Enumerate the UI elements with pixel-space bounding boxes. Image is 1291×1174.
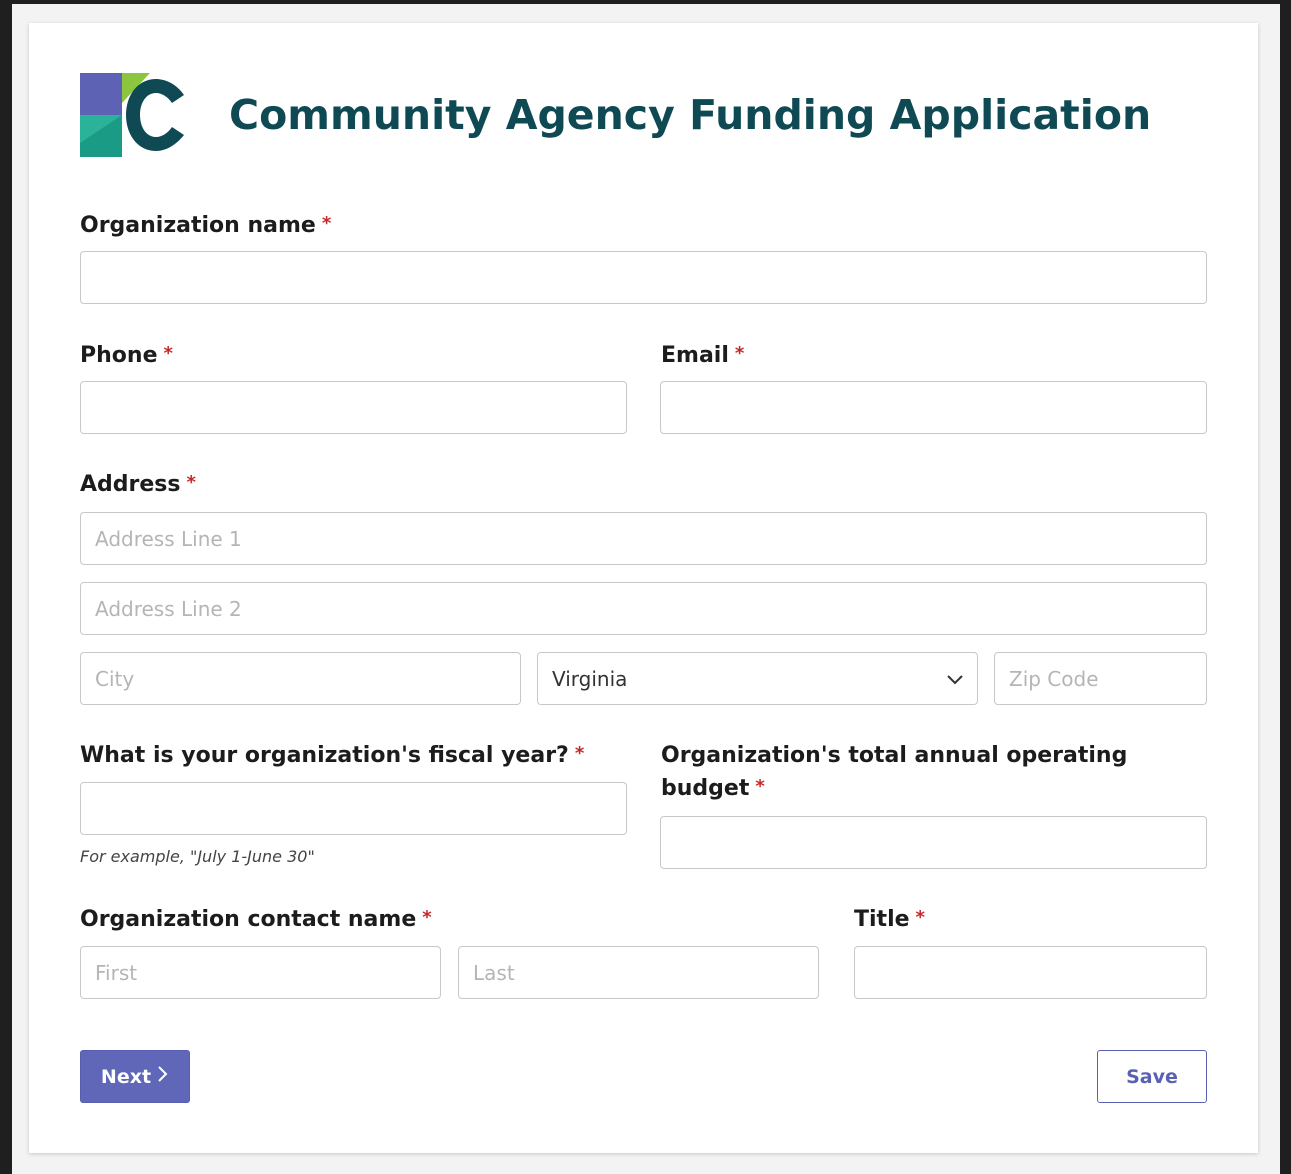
email-label: Email * bbox=[661, 339, 744, 372]
chevron-down-icon bbox=[945, 669, 965, 694]
fiscal-year-label-text: What is your organization's fiscal year? bbox=[80, 743, 569, 768]
fiscal-year-help: For example, "July 1-June 30" bbox=[80, 847, 315, 866]
required-marker: * bbox=[422, 907, 432, 928]
contact-last-input[interactable] bbox=[458, 946, 819, 999]
contact-name-label-text: Organization contact name bbox=[80, 907, 417, 932]
fiscal-year-label: What is your organization's fiscal year?… bbox=[80, 739, 584, 772]
org-name-label-text: Organization name bbox=[80, 213, 316, 238]
title-label-text: Title bbox=[854, 907, 910, 932]
state-select-value: Virginia bbox=[552, 666, 628, 691]
org-name-input[interactable] bbox=[80, 251, 1207, 304]
budget-label-line1: Organization's total annual operating bbox=[661, 743, 1128, 768]
contact-first-input[interactable] bbox=[80, 946, 441, 999]
address-line1-input[interactable] bbox=[80, 512, 1207, 565]
state-select[interactable]: Virginia bbox=[537, 652, 978, 705]
address-line2-input[interactable] bbox=[80, 582, 1207, 635]
next-button[interactable]: Next bbox=[80, 1050, 190, 1103]
contact-name-label: Organization contact name * bbox=[80, 903, 432, 936]
required-marker: * bbox=[163, 343, 173, 364]
agency-logo bbox=[80, 73, 194, 157]
budget-label: Organization's total annual operating bu… bbox=[661, 739, 1127, 805]
required-marker: * bbox=[186, 472, 196, 493]
required-marker: * bbox=[574, 743, 585, 764]
chevron-right-icon bbox=[157, 1064, 169, 1089]
email-input[interactable] bbox=[660, 381, 1207, 434]
zip-input[interactable] bbox=[994, 652, 1207, 705]
form-card: Community Agency Funding Application Org… bbox=[29, 23, 1258, 1153]
save-button-label: Save bbox=[1126, 1065, 1178, 1088]
phone-label-text: Phone bbox=[80, 343, 158, 368]
title-input[interactable] bbox=[854, 946, 1207, 999]
app-header: Community Agency Funding Application bbox=[80, 73, 1151, 157]
budget-label-line2: budget bbox=[661, 776, 750, 801]
budget-input[interactable] bbox=[660, 816, 1207, 869]
org-name-label: Organization name * bbox=[80, 209, 331, 242]
phone-label: Phone * bbox=[80, 339, 173, 372]
address-label-text: Address bbox=[80, 472, 181, 497]
city-input[interactable] bbox=[80, 652, 521, 705]
required-marker: * bbox=[321, 213, 332, 234]
required-marker: * bbox=[755, 776, 765, 797]
phone-input[interactable] bbox=[80, 381, 627, 434]
next-button-label: Next bbox=[100, 1065, 152, 1088]
required-marker: * bbox=[734, 343, 745, 364]
fiscal-year-input[interactable] bbox=[80, 782, 627, 835]
required-marker: * bbox=[915, 907, 925, 928]
save-button[interactable]: Save bbox=[1097, 1050, 1207, 1103]
email-label-text: Email bbox=[661, 343, 729, 368]
page-title: Community Agency Funding Application bbox=[229, 91, 1152, 139]
title-label: Title * bbox=[854, 903, 925, 936]
address-label: Address * bbox=[80, 468, 196, 501]
